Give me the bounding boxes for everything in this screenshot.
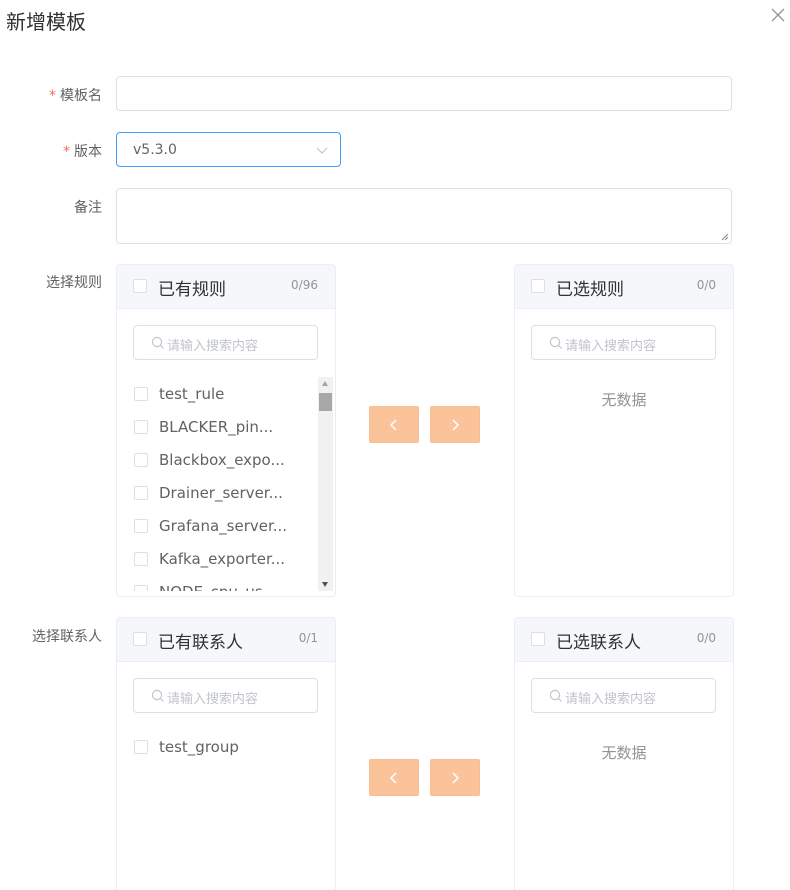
version-label: * 版本 <box>63 144 102 160</box>
empty-text: 无数据 <box>601 744 647 762</box>
search-icon <box>549 336 562 349</box>
resize-handle-icon[interactable] <box>721 233 729 241</box>
move-right-button[interactable] <box>430 406 480 443</box>
item-label: Kafka_exporter... <box>159 550 286 568</box>
chevron-left-icon <box>389 772 397 784</box>
item-checkbox[interactable] <box>134 552 148 566</box>
close-button[interactable] <box>769 6 787 24</box>
chevron-right-icon <box>452 772 460 784</box>
contacts-available-panel: 已有联系人 0/1 请输入搜索内容 test_group <box>116 617 336 890</box>
search-input[interactable]: 请输入搜索内容 <box>133 678 318 713</box>
search-input[interactable]: 请输入搜索内容 <box>531 325 716 360</box>
chevron-down-icon <box>316 147 328 154</box>
contacts-label: 选择联系人 <box>32 629 102 645</box>
scroll-down-arrow-icon[interactable] <box>322 582 328 587</box>
chevron-right-icon <box>452 419 460 431</box>
panel-count: 0/0 <box>696 631 716 645</box>
item-checkbox[interactable] <box>134 453 148 467</box>
item-label: test_group <box>159 738 239 756</box>
panel-title: 已有联系人 <box>158 633 243 653</box>
item-checkbox[interactable] <box>134 387 148 401</box>
close-icon <box>771 8 785 22</box>
item-checkbox[interactable] <box>134 519 148 533</box>
remark-textarea[interactable] <box>116 188 732 244</box>
version-select[interactable]: v5.3.0 <box>116 132 341 167</box>
panel-header: 已有规则 0/96 <box>117 265 335 309</box>
chevron-left-icon <box>389 419 397 431</box>
panel-count: 0/0 <box>696 278 716 292</box>
item-checkbox[interactable] <box>134 420 148 434</box>
search-placeholder: 请输入搜索内容 <box>167 339 259 354</box>
rules-available-panel: 已有规则 0/96 请输入搜索内容 test_rule BLACKER_pin.… <box>116 264 336 597</box>
item-checkbox[interactable] <box>134 740 148 754</box>
item-label: test_rule <box>159 385 225 403</box>
search-icon <box>151 689 164 702</box>
item-label: Drainer_server... <box>159 484 283 502</box>
panel-title: 已有规则 <box>158 280 226 300</box>
panel-title: 已选联系人 <box>556 633 641 653</box>
rules-label: 选择规则 <box>46 275 102 291</box>
item-label: NODE_cpu_us... <box>159 583 277 591</box>
search-placeholder: 请输入搜索内容 <box>565 692 657 707</box>
item-checkbox[interactable] <box>134 585 148 591</box>
item-label: Blackbox_expo... <box>159 451 285 469</box>
select-all-checkbox[interactable] <box>531 279 545 293</box>
scroll-up-arrow-icon[interactable] <box>322 381 328 386</box>
select-all-checkbox[interactable] <box>133 279 147 293</box>
item-checkbox[interactable] <box>134 486 148 500</box>
contacts-selected-panel: 已选联系人 0/0 请输入搜索内容 无数据 <box>514 617 734 890</box>
move-left-button[interactable] <box>369 406 419 443</box>
dialog-title: 新增模板 <box>6 10 86 34</box>
panel-header: 已选联系人 0/0 <box>515 618 733 662</box>
move-right-button[interactable] <box>430 759 480 796</box>
template-name-label: * 模板名 <box>49 88 102 104</box>
item-label: Grafana_server... <box>159 517 288 535</box>
remark-label: 备注 <box>74 200 102 216</box>
rules-selected-panel: 已选规则 0/0 请输入搜索内容 无数据 <box>514 264 734 597</box>
move-left-button[interactable] <box>369 759 419 796</box>
search-icon <box>549 689 562 702</box>
empty-text: 无数据 <box>601 391 647 409</box>
panel-header: 已选规则 0/0 <box>515 265 733 309</box>
select-all-checkbox[interactable] <box>531 632 545 646</box>
panel-header: 已有联系人 0/1 <box>117 618 335 662</box>
version-value: v5.3.0 <box>133 142 177 158</box>
template-name-input[interactable] <box>116 76 732 111</box>
search-placeholder: 请输入搜索内容 <box>565 339 657 354</box>
search-icon <box>151 336 164 349</box>
scrollbar-thumb[interactable] <box>319 393 332 411</box>
scrollbar[interactable] <box>318 377 333 591</box>
item-label: BLACKER_pin... <box>159 418 274 436</box>
search-input[interactable]: 请输入搜索内容 <box>133 325 318 360</box>
required-mark: * <box>63 144 70 160</box>
search-input[interactable]: 请输入搜索内容 <box>531 678 716 713</box>
panel-title: 已选规则 <box>556 280 624 300</box>
rules-list: test_rule BLACKER_pin... Blackbox_expo..… <box>117 377 317 591</box>
panel-count: 0/96 <box>291 278 318 292</box>
panel-count: 0/1 <box>298 631 318 645</box>
required-mark: * <box>49 88 56 104</box>
select-all-checkbox[interactable] <box>133 632 147 646</box>
search-placeholder: 请输入搜索内容 <box>167 692 259 707</box>
